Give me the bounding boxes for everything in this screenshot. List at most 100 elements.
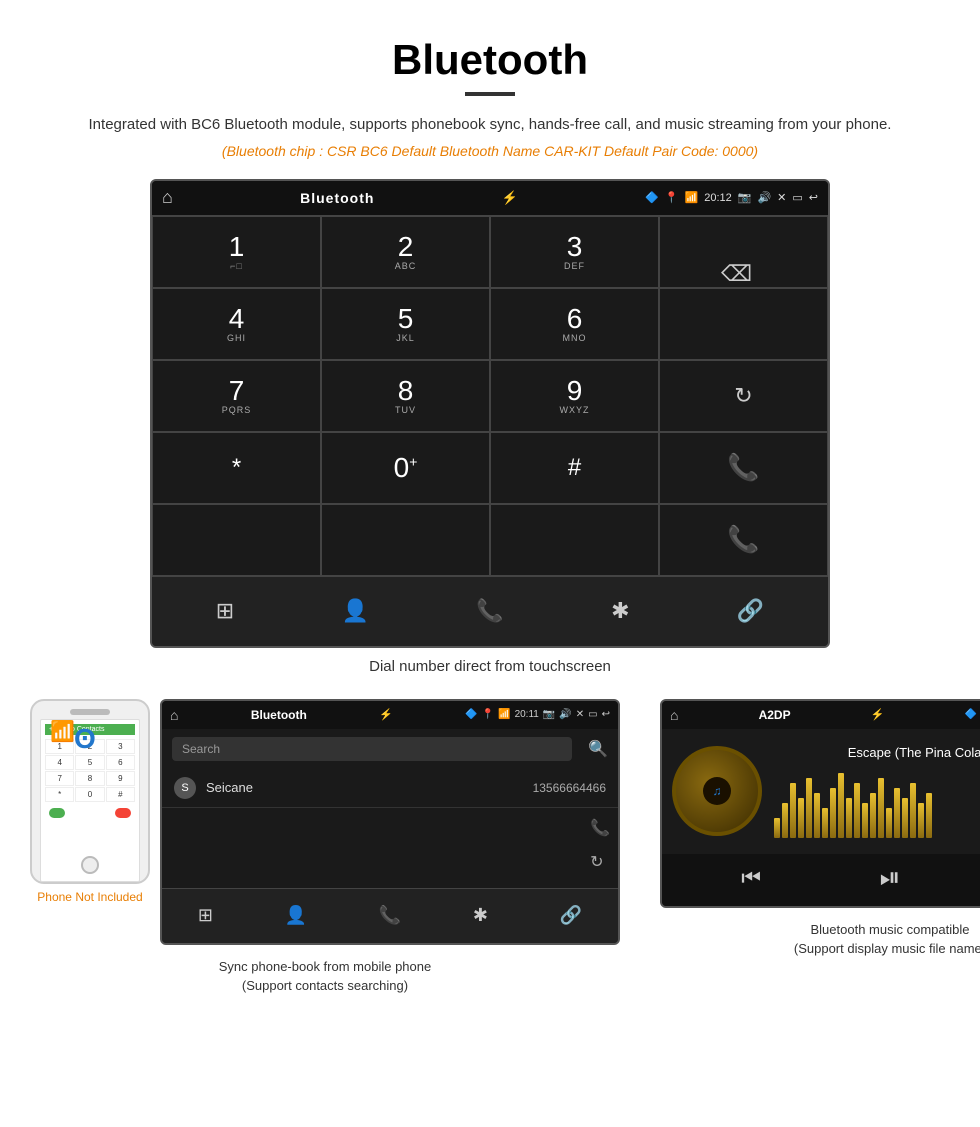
left-content: 📶 ʘ + Add to Contacts 1 2 3 4 5 6 — [30, 699, 620, 951]
main-caption: Dial number direct from touchscreen — [0, 658, 980, 675]
gps-icon: 📍 — [665, 191, 679, 204]
right-caption-text: Bluetooth music compatible(Support displ… — [794, 922, 980, 957]
phone-icon[interactable]: 📞 — [476, 598, 503, 624]
pb-person-icon[interactable]: 👤 — [285, 905, 307, 926]
key-0[interactable]: 0+ — [321, 432, 490, 504]
key-6[interactable]: 6MNO — [490, 288, 659, 360]
bottom-left-panel: 📶 ʘ + Add to Contacts 1 2 3 4 5 6 — [20, 699, 630, 996]
music-note-icon: ♫ — [713, 784, 722, 798]
mini-red-btn — [115, 808, 131, 818]
mini-key-6: 6 — [106, 755, 135, 770]
album-art-inner: ♫ — [703, 777, 731, 805]
key-hash[interactable]: # — [490, 432, 659, 504]
music-screen: ⌂ A2DP ⚡ 🔷 📍 📶 20:15 📷 🔊 ✕ ▭ ↩ — [660, 699, 980, 908]
album-art: ♫ — [672, 746, 762, 836]
key-8[interactable]: 8TUV — [321, 360, 490, 432]
home-button — [81, 856, 99, 874]
eq-bar — [774, 818, 780, 838]
key-red-end[interactable]: 📞 — [659, 504, 828, 576]
window-icon[interactable]: ▭ — [792, 191, 802, 204]
contact-row[interactable]: S Seicane 13566664466 — [162, 769, 618, 808]
pb-win-icon[interactable]: ▭ — [588, 709, 597, 720]
prev-button[interactable]: ⏮ — [741, 865, 761, 891]
key-5[interactable]: 5JKL — [321, 288, 490, 360]
eq-bar — [782, 803, 788, 838]
pb-title: Bluetooth — [251, 708, 307, 722]
status-bar: ⌂ Bluetooth ⚡ 🔷 📍 📶 20:12 📷 🔊 ✕ ▭ ↩ — [152, 181, 828, 215]
left-caption: Sync phone-book from mobile phone(Suppor… — [219, 957, 431, 996]
music-bt-icon: 🔷 — [964, 709, 976, 720]
eq-bar — [790, 783, 796, 838]
pb-back-icon[interactable]: ↩ — [602, 709, 610, 720]
person-icon[interactable]: 👤 — [342, 598, 369, 624]
bottom-right-panel: ⌂ A2DP ⚡ 🔷 📍 📶 20:15 📷 🔊 ✕ ▭ ↩ — [650, 699, 980, 996]
key-7[interactable]: 7PQRS — [152, 360, 321, 432]
search-wrap: Search 🔍 — [162, 729, 618, 769]
pb-body: 📞 ↻ — [162, 808, 618, 888]
signal-icon: 📶 — [685, 191, 699, 204]
key-2[interactable]: 2ABC — [321, 216, 490, 288]
mini-key-star: * — [45, 787, 74, 802]
left-caption-text: Sync phone-book from mobile phone(Suppor… — [219, 959, 431, 994]
search-placeholder: Search — [182, 742, 220, 756]
key-star[interactable]: * — [152, 432, 321, 504]
mini-key-hash: # — [106, 787, 135, 802]
volume-icon[interactable]: 🔊 — [757, 191, 771, 204]
key-4[interactable]: 4GHI — [152, 288, 321, 360]
key-3[interactable]: 3DEF — [490, 216, 659, 288]
phone-illustration-wrap: 📶 ʘ + Add to Contacts 1 2 3 4 5 6 — [30, 699, 150, 904]
search-icon[interactable]: 🔍 — [588, 739, 608, 759]
eq-bar — [918, 803, 924, 838]
eq-bar — [798, 798, 804, 838]
key-1[interactable]: 1⌐□ — [152, 216, 321, 288]
eq-bar — [886, 808, 892, 838]
back-icon[interactable]: ↩ — [809, 191, 818, 204]
song-title: Escape (The Pina Colada Song) — [774, 745, 980, 760]
play-pause-button[interactable]: ⏯ — [880, 862, 901, 894]
right-caption: Bluetooth music compatible(Support displ… — [794, 920, 980, 959]
pb-bt-bottom-icon[interactable]: ✱ — [473, 905, 488, 926]
key-9[interactable]: 9WXYZ — [490, 360, 659, 432]
bottom-panels: 📶 ʘ + Add to Contacts 1 2 3 4 5 6 — [20, 699, 960, 996]
eq-bar — [894, 788, 900, 838]
pb-link-icon[interactable]: 🔗 — [560, 905, 582, 926]
pb-home-icon[interactable]: ⌂ — [170, 707, 178, 723]
eq-bar — [830, 788, 836, 838]
usb-icon: ⚡ — [502, 190, 518, 206]
bluetooth-logo: ʘ — [74, 723, 96, 755]
pb-time: 20:11 — [515, 709, 539, 720]
bluetooth-icon[interactable]: ✱ — [611, 598, 629, 624]
music-content: ♫ Escape (The Pina Colada Song) — [662, 729, 980, 854]
pb-grid-icon[interactable]: ⊞ — [198, 905, 213, 926]
music-info: Escape (The Pina Colada Song) — [774, 745, 980, 838]
key-refresh[interactable]: ↻ — [659, 360, 828, 432]
key-empty-r5a — [152, 504, 321, 576]
link-icon[interactable]: 🔗 — [737, 598, 764, 624]
mini-key-7: 7 — [45, 771, 74, 786]
pb-side-refresh-icon[interactable]: ↻ — [590, 852, 610, 872]
mini-key-0: 0 — [75, 787, 104, 802]
pb-side-phone-icon[interactable]: 📞 — [590, 818, 610, 838]
pb-vol-icon[interactable]: 🔊 — [559, 709, 571, 720]
mini-key-3: 3 — [106, 739, 135, 754]
equalizer — [774, 768, 980, 838]
pb-close-icon[interactable]: ✕ — [576, 709, 584, 720]
close-icon[interactable]: ✕ — [777, 191, 786, 204]
music-home-icon[interactable]: ⌂ — [670, 707, 678, 723]
screen-title: Bluetooth — [300, 190, 374, 206]
home-icon[interactable]: ⌂ — [162, 187, 173, 208]
eq-bar — [910, 783, 916, 838]
eq-bar — [902, 798, 908, 838]
eq-bar — [838, 773, 844, 838]
subtitle: Integrated with BC6 Bluetooth module, su… — [0, 114, 980, 137]
main-phone-screen: ⌂ Bluetooth ⚡ 🔷 📍 📶 20:12 📷 🔊 ✕ ▭ ↩ 1⌐□ — [150, 179, 830, 648]
grid-icon[interactable]: ⊞ — [216, 598, 234, 624]
eq-bar — [862, 803, 868, 838]
spec-line: (Bluetooth chip : CSR BC6 Default Blueto… — [0, 143, 980, 159]
key-backspace[interactable]: ⌫ — [659, 216, 828, 288]
pb-phone-icon[interactable]: 📞 — [379, 905, 401, 926]
key-green-call[interactable]: 📞 — [659, 432, 828, 504]
camera-icon[interactable]: 📷 — [738, 191, 752, 204]
pb-cam-icon[interactable]: 📷 — [543, 709, 555, 720]
status-right: 🔷 📍 📶 20:12 📷 🔊 ✕ ▭ ↩ — [645, 191, 818, 204]
